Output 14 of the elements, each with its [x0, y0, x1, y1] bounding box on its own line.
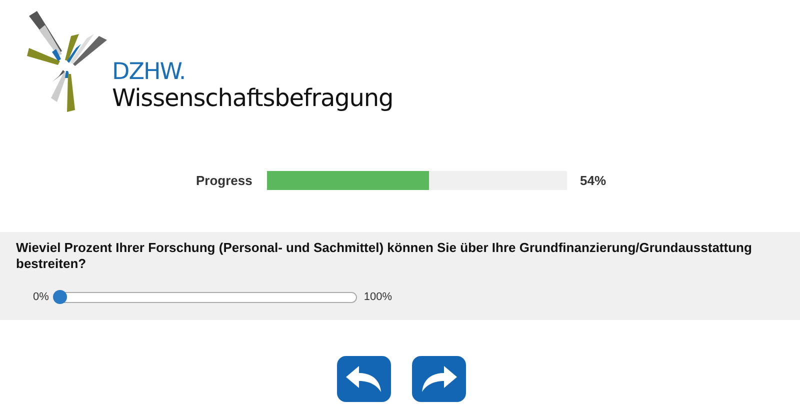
logo-acronym: DZHW.: [112, 60, 186, 84]
next-button[interactable]: [412, 356, 466, 402]
logo-icon: [27, 8, 107, 112]
back-button[interactable]: [336, 356, 390, 402]
progress-label: Progress: [196, 172, 254, 188]
slider-min-label: 0%: [33, 291, 49, 303]
slider[interactable]: [52, 290, 357, 304]
progress-reading: 54%: [580, 172, 606, 188]
back-arrow-icon: [346, 366, 382, 392]
logo-name: Wissenschaftsbefragung: [112, 84, 394, 112]
slider-max-label: 100%: [364, 291, 392, 303]
slider-thumb[interactable]: [52, 290, 67, 304]
question-text: Wieviel Prozent Ihrer Forschung (Personal- und Sachmittel) können Sie über Ihre Grundfinanzierung/Grundausstattung bestreiten?: [16, 240, 753, 272]
forward-arrow-icon: [420, 366, 456, 392]
